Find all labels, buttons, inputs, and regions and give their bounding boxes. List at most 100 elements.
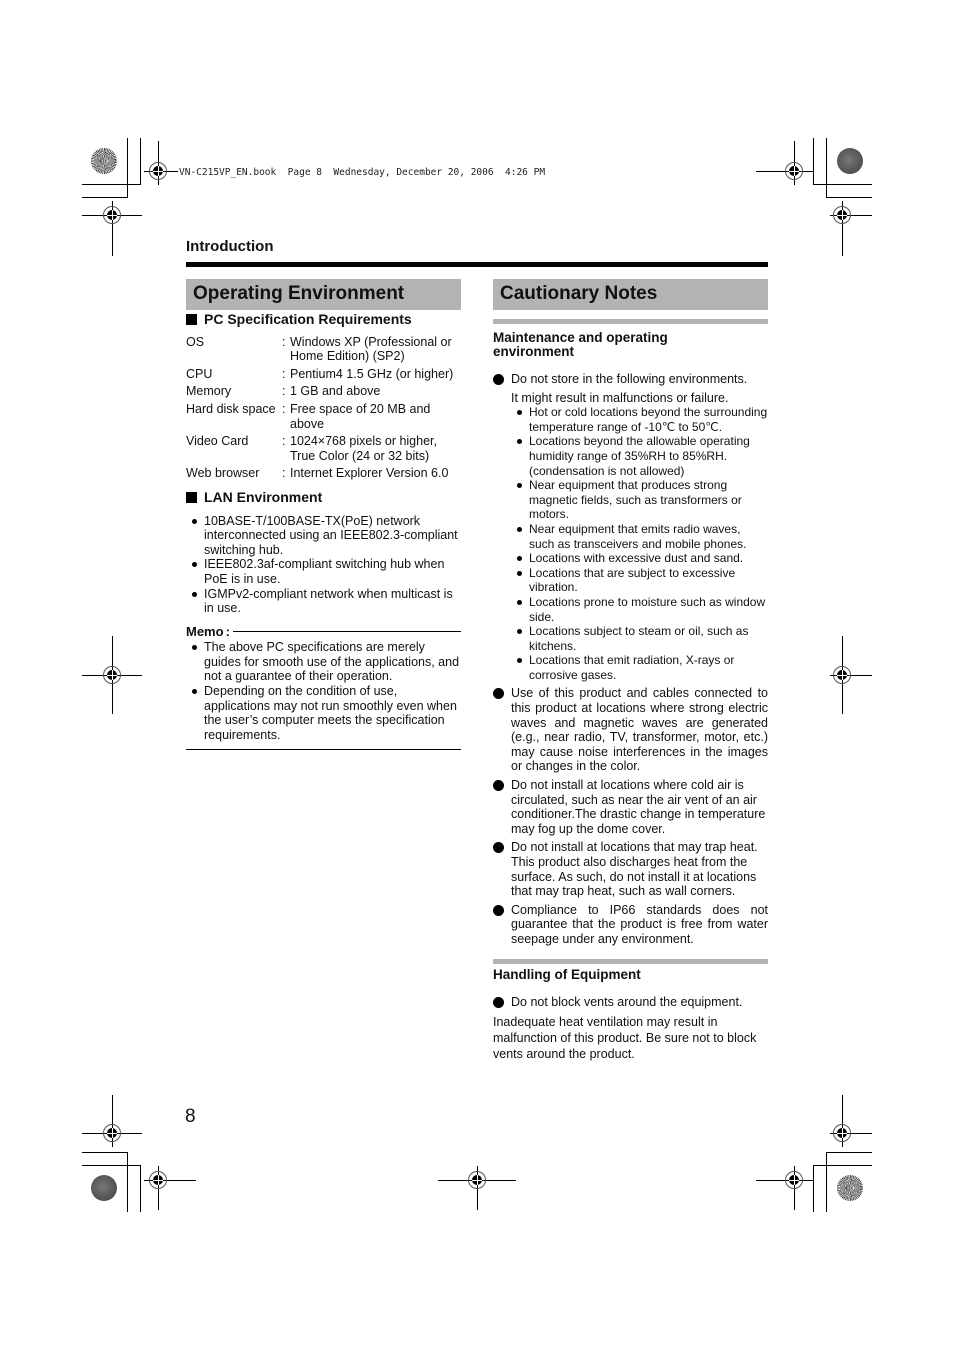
spec-separator: : (282, 384, 286, 399)
spec-separator: : (282, 466, 286, 481)
crop-line (140, 1165, 141, 1212)
cautionary-notes-title: Cautionary Notes (493, 279, 768, 310)
bullet-icon (493, 688, 504, 700)
memo-list: The above PC specifications are merely g… (186, 640, 461, 742)
handling-paragraph: Inadequate heat ventilation may result i… (493, 1014, 757, 1061)
page-number: 8 (185, 1106, 196, 1127)
color-bar-disc-icon (837, 148, 863, 174)
bullet-icon (517, 439, 522, 445)
list-item: IGMPv2-compliant network when multicast … (186, 587, 461, 616)
spec-value: Windows XP (Professional or Home Edition… (290, 334, 452, 364)
print-slug: VN-C215VP_EN.book Page 8 Wednesday, Dece… (179, 167, 546, 178)
spec-key: Web browser (186, 466, 260, 481)
list-item: Locations that emit radiation, X-rays or… (511, 653, 768, 682)
spec-value: Pentium4 1.5 GHz (or higher) (290, 366, 454, 381)
list-item: Locations with excessive dust and sand. (511, 551, 768, 566)
spec-separator: : (282, 434, 286, 449)
pc-spec-heading: PC Specification Requirements (186, 312, 461, 327)
list-item: Do not install at locations where cold a… (493, 778, 768, 836)
list-item: Do not store in the following environmen… (493, 372, 768, 682)
crop-line (826, 138, 827, 198)
color-bar-disc-icon (837, 1175, 863, 1201)
spec-value: Free space of 20 MB and above (290, 401, 431, 431)
crop-line (82, 1152, 128, 1153)
list-item: Locations beyond the allowable operating… (511, 434, 768, 478)
spec-row: Hard disk space: Free space of 20 MB and … (186, 402, 461, 434)
list-item: Depending on the condition of use, appli… (186, 684, 461, 742)
list-item: Hot or cold locations beyond the surroun… (511, 405, 768, 434)
crop-line (813, 1165, 814, 1212)
list-item: Locations subject to steam or oil, such … (511, 624, 768, 653)
list-item: Do not block vents around the equipment. (493, 995, 768, 1010)
spec-value: 1 GB and above (290, 384, 381, 399)
bullet-icon (192, 689, 197, 695)
spec-row: Web browser: Internet Explorer Version 6.… (186, 466, 461, 484)
left-column: PC Specification Requirements OS: Windows… (186, 312, 461, 751)
spec-key: Memory (186, 384, 232, 399)
bullet-icon (517, 629, 522, 635)
memo-heading: Memo: (186, 624, 461, 640)
list-item: 10BASE-T/100BASE-TX(PoE) network interco… (186, 514, 461, 558)
crop-line (826, 197, 872, 198)
list-item: Locations that are subject to excessive … (511, 566, 768, 595)
crop-line (82, 184, 141, 185)
section-rule (186, 262, 768, 267)
crop-line (127, 138, 128, 198)
spec-row: OS: Windows XP (Professional or Home Edit… (186, 335, 461, 367)
subsection-rule (493, 319, 768, 324)
right-column: Maintenance and operating environment Do… (493, 319, 768, 1062)
crop-line (813, 1165, 872, 1166)
spec-separator: : (282, 401, 286, 416)
spec-key: CPU (186, 366, 213, 381)
memo-bottom-rule (186, 749, 461, 751)
section-label: Introduction (186, 238, 274, 255)
handling-list: Do not block vents around the equipment. (493, 995, 768, 1010)
square-bullet-icon (186, 491, 197, 503)
spec-value: 1024×768 pixels or higher, True Color (2… (290, 434, 437, 463)
handling-heading: Handling of Equipment (493, 966, 641, 982)
crop-line (82, 197, 128, 198)
bullet-icon (192, 518, 197, 524)
bullet-icon (517, 556, 522, 562)
spec-row: Video Card:1024×768 pixels or higher, Tr… (186, 434, 461, 466)
bullet-icon (517, 599, 522, 605)
spec-key: Video Card (186, 434, 249, 449)
list-item: Compliance to IP66 standards does not gu… (493, 903, 768, 947)
bullet-icon (493, 374, 504, 385)
crop-line (826, 1152, 827, 1212)
bullet-icon (517, 410, 522, 416)
spec-separator: : (282, 366, 286, 381)
maintenance-heading: Maintenance and operating environment (493, 330, 668, 359)
list-item: Near equipment that emits radio waves, s… (511, 522, 768, 551)
bullet-icon (493, 904, 504, 916)
spec-row: Memory:1 GB and above (186, 384, 461, 402)
bullet-icon (493, 997, 504, 1009)
lan-heading: LAN Environment (186, 490, 461, 505)
spec-key: Hard disk space (186, 401, 276, 416)
bullet-icon (192, 645, 197, 651)
bullet-icon (517, 570, 522, 576)
spec-value: Internet Explorer Version 6.0 (290, 466, 449, 481)
list-item: IEEE802.3af-compliant switching hub when… (186, 557, 461, 586)
color-bar-disc-icon (91, 148, 117, 174)
store-conditions-list: Hot or cold locations beyond the surroun… (511, 405, 768, 682)
pc-spec-table: OS: Windows XP (Professional or Home Edit… (186, 335, 461, 484)
bullet-icon (517, 526, 522, 532)
subsection-rule (493, 958, 768, 964)
spec-separator: : (282, 334, 286, 349)
list-item: Use of this product and cables connected… (493, 686, 768, 774)
crop-line (127, 1152, 128, 1212)
bullet-icon (517, 658, 522, 664)
crop-line (82, 1165, 141, 1166)
operating-environment-title: Operating Environment (186, 279, 461, 310)
bullet-icon (192, 591, 197, 597)
bullet-icon (192, 562, 197, 568)
crop-line (826, 1152, 872, 1153)
memo-rule (232, 631, 461, 633)
list-item: Locations prone to moisture such as wind… (511, 595, 768, 624)
crop-line (813, 184, 872, 185)
list-item: The above PC specifications are merely g… (186, 640, 461, 684)
maintenance-list: Do not store in the following environmen… (493, 372, 768, 947)
bullet-icon (517, 483, 522, 489)
crop-line (813, 138, 814, 185)
